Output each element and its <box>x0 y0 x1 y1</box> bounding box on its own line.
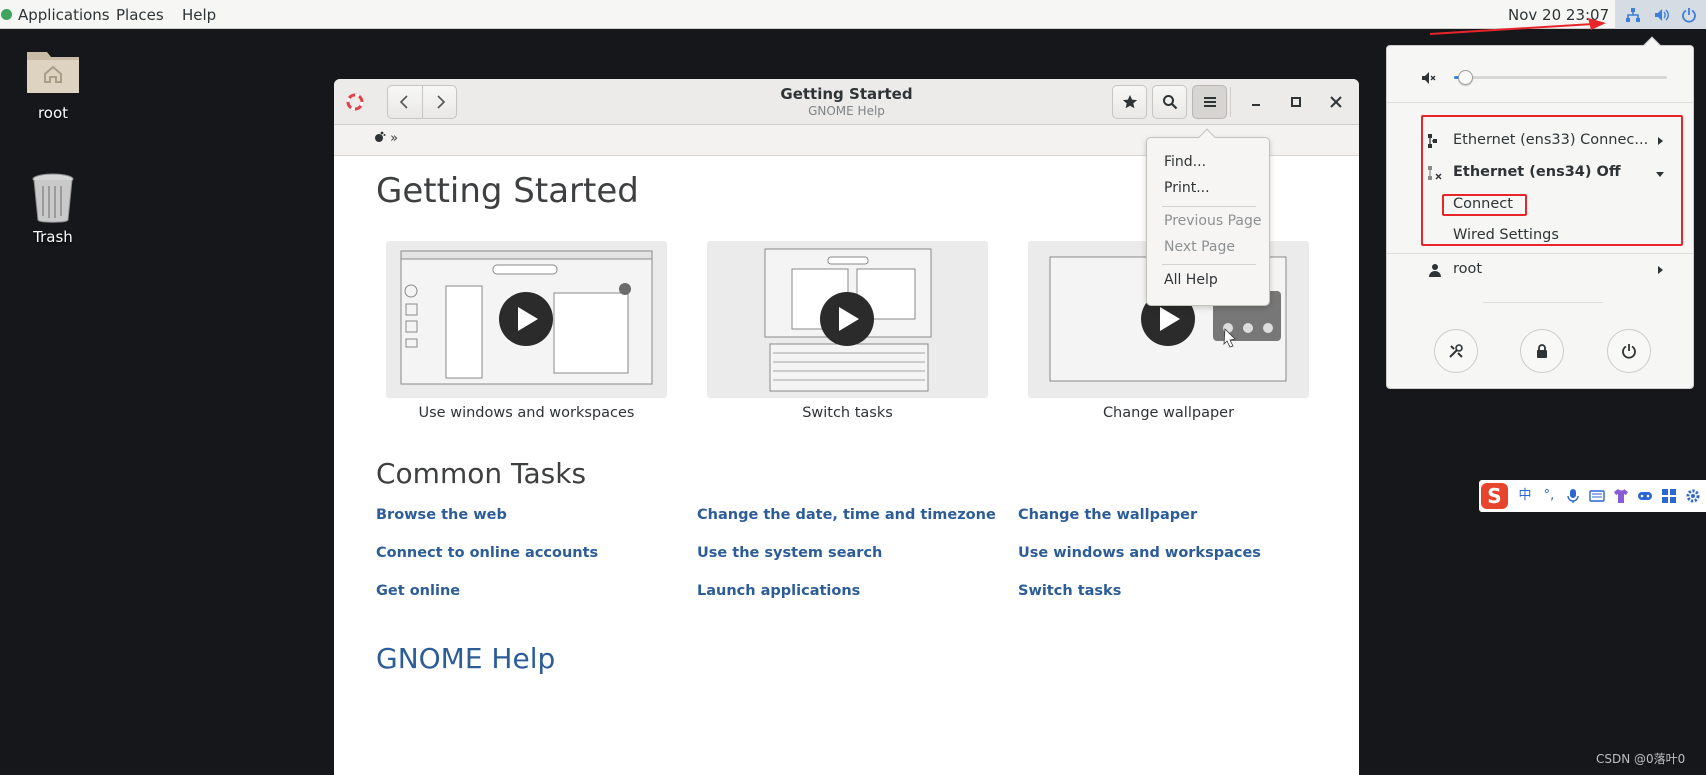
ime-toolbar: S 中 °, <box>1479 480 1706 512</box>
desktop-icon-trash[interactable]: Trash <box>8 170 98 250</box>
ime-logo[interactable]: S <box>1481 483 1508 509</box>
bookmark-button[interactable] <box>1112 85 1147 119</box>
annotation-arrow <box>1429 18 1606 35</box>
volume-slider[interactable] <box>1454 70 1667 85</box>
page-title: Getting Started <box>376 171 639 211</box>
user-label: root <box>1453 261 1483 277</box>
trash-icon <box>32 173 74 223</box>
gnome-help-link[interactable]: GNOME Help <box>376 642 555 675</box>
video-thumbnail <box>400 250 653 385</box>
ime-chinese-mode[interactable]: 中 <box>1517 488 1533 504</box>
annotation-highlight-network <box>1421 115 1683 246</box>
desktop-icon-label: Trash <box>33 228 73 246</box>
task-link[interactable]: Launch applications <box>697 583 860 599</box>
system-menu: Ethernet (ens33) Connec... Ethernet (ens… <box>1386 36 1694 389</box>
desktop-icon-root[interactable]: root <box>8 42 98 122</box>
applications-icon <box>1 9 12 20</box>
menu-item-previous-page[interactable]: Previous Page <box>1164 213 1262 229</box>
power-icon <box>1622 344 1636 359</box>
section-heading-common-tasks: Common Tasks <box>376 457 587 490</box>
volume-icon <box>1654 7 1670 23</box>
minimize-icon <box>1252 104 1260 106</box>
user-icon <box>1427 262 1443 278</box>
close-button[interactable] <box>1325 91 1347 113</box>
power-off-button[interactable] <box>1607 329 1651 373</box>
lock-icon <box>1537 344 1547 358</box>
task-link[interactable]: Connect to online accounts <box>376 545 598 561</box>
breadcrumb-separator: » <box>390 131 399 146</box>
task-link[interactable]: Change the wallpaper <box>1018 507 1197 523</box>
task-link[interactable]: Browse the web <box>376 507 507 523</box>
gamepad-icon[interactable] <box>1637 488 1653 504</box>
close-icon <box>1330 96 1342 108</box>
task-link[interactable]: Switch tasks <box>1018 583 1121 599</box>
task-link[interactable]: Change the date, time and timezone <box>697 507 996 523</box>
chevron-right-icon <box>1658 266 1663 274</box>
header-bar: Getting Started GNOME Help <box>334 79 1359 125</box>
menu-item-next-page[interactable]: Next Page <box>1164 239 1235 255</box>
desktop-icon-label: root <box>37 104 69 122</box>
network-wired-icon <box>1625 7 1641 23</box>
video-card-switch-tasks[interactable] <box>707 241 988 398</box>
gear-icon[interactable] <box>1685 488 1701 504</box>
system-status-area[interactable] <box>1615 0 1706 29</box>
video-caption: Use windows and workspaces <box>418 405 635 421</box>
user-item[interactable]: root <box>1387 261 1693 289</box>
video-card-windows-workspaces[interactable] <box>386 241 667 398</box>
applications-menu[interactable]: Applications <box>0 0 110 29</box>
volume-slider-handle[interactable] <box>1457 70 1473 85</box>
home-folder-icon <box>27 52 79 93</box>
places-menu[interactable]: Places <box>116 0 164 29</box>
grid-icon[interactable] <box>1661 488 1677 504</box>
video-thumbnail <box>764 248 932 392</box>
applications-label: Applications <box>18 6 110 24</box>
ime-punctuation[interactable]: °, <box>1541 488 1557 504</box>
menu-button[interactable] <box>1192 85 1227 119</box>
maximize-icon <box>1291 97 1301 107</box>
task-link[interactable]: Get online <box>376 583 460 599</box>
shirt-icon[interactable] <box>1613 488 1629 504</box>
minimize-button[interactable] <box>1245 91 1267 113</box>
settings-button[interactable] <box>1434 329 1478 373</box>
video-caption: Switch tasks <box>802 405 893 421</box>
help-menu[interactable]: Help <box>182 0 216 29</box>
maximize-button[interactable] <box>1285 91 1307 113</box>
hamburger-icon <box>1204 97 1216 107</box>
keyboard-icon[interactable] <box>1589 488 1605 504</box>
menu-item-print[interactable]: Print... <box>1164 180 1210 196</box>
star-icon <box>1122 95 1138 109</box>
breadcrumb-home[interactable]: » <box>374 131 398 146</box>
help-popover-menu: Find... Print... Previous Page Next Page… <box>1146 128 1270 306</box>
lock-button[interactable] <box>1520 329 1564 373</box>
mic-icon[interactable] <box>1565 488 1581 504</box>
search-icon <box>1163 95 1178 110</box>
watermark: CSDN @0落叶0 <box>1596 752 1686 766</box>
gnome-foot-icon <box>375 131 386 142</box>
menu-item-find[interactable]: Find... <box>1164 154 1206 170</box>
video-caption: Change wallpaper <box>1102 405 1235 421</box>
task-link[interactable]: Use the system search <box>697 545 882 561</box>
audio-volume-muted-icon <box>1421 70 1437 86</box>
menu-item-all-help[interactable]: All Help <box>1164 272 1218 288</box>
power-icon <box>1681 7 1697 23</box>
search-button[interactable] <box>1152 85 1187 119</box>
annotation-highlight-connect <box>1442 194 1527 216</box>
settings-icon <box>1449 344 1463 358</box>
task-link[interactable]: Use windows and workspaces <box>1018 545 1261 561</box>
